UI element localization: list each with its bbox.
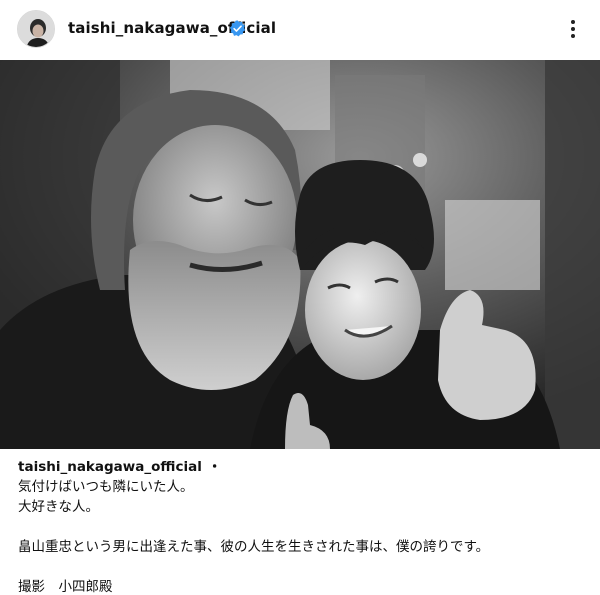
- caption-line-1: 気付けばいつも隣にいた人。: [18, 479, 194, 495]
- post-photo[interactable]: [0, 60, 600, 449]
- caption-line-2: 大好きな人。: [18, 499, 99, 515]
- verified-badge-icon: [229, 20, 246, 37]
- caption-separator: ・: [207, 459, 222, 475]
- post-caption: taishi_nakagawa_official ・ 気付けばいつも隣にいた人。 …: [18, 457, 588, 595]
- caption-header-line: taishi_nakagawa_official ・: [18, 457, 588, 477]
- caption-username[interactable]: taishi_nakagawa_official: [18, 459, 202, 475]
- more-dot: [571, 27, 575, 31]
- avatar-image: [18, 11, 54, 47]
- post-header: taishi_nakagawa_official: [0, 0, 600, 60]
- avatar[interactable]: [17, 10, 55, 48]
- more-options-button[interactable]: [560, 14, 586, 44]
- more-dot: [571, 34, 575, 38]
- more-vertical-icon: [571, 20, 575, 24]
- photo-image: [0, 60, 600, 449]
- caption-line-3: 畠山重忠という男に出逢えた事、彼の人生を生きされた事は、僕の誇りです。: [18, 539, 490, 555]
- instagram-post: taishi_nakagawa_official taishi_nakagawa…: [0, 0, 600, 595]
- caption-line-4: 撮影 小四郎殿: [18, 579, 113, 595]
